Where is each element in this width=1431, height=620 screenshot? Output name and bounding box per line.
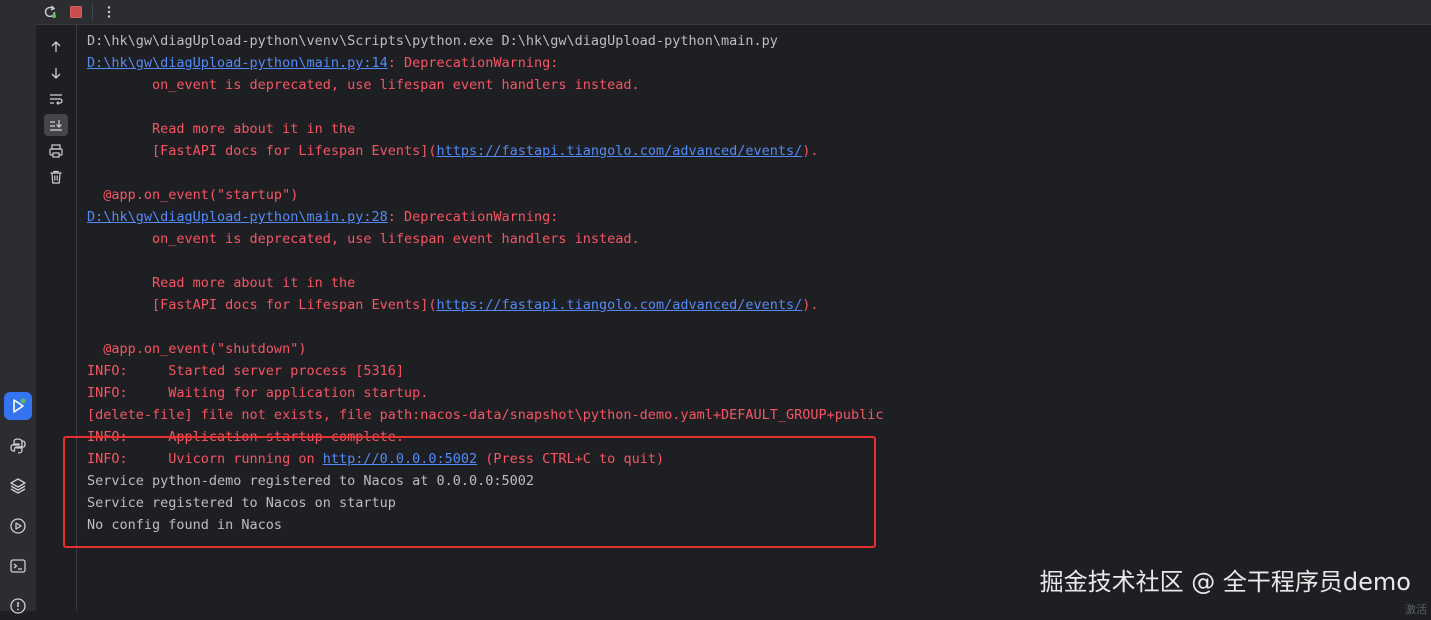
console-line: [FastAPI docs for Lifespan Events](https…: [87, 140, 1423, 162]
trash-icon: [50, 170, 62, 184]
services-icon: [10, 518, 26, 534]
console-text: [FastAPI docs for Lifespan Events](: [87, 297, 437, 313]
console-link[interactable]: https://fastapi.tiangolo.com/advanced/ev…: [437, 143, 803, 159]
console-text: [FastAPI docs for Lifespan Events](: [87, 143, 437, 159]
console-text: Read more about it in the: [87, 275, 356, 291]
stop-button[interactable]: [66, 2, 86, 22]
console-line: [FastAPI docs for Lifespan Events](https…: [87, 294, 1423, 316]
terminal-tool-button[interactable]: [4, 552, 32, 580]
layers-icon: [10, 478, 26, 494]
layers-tool-button[interactable]: [4, 472, 32, 500]
console-line: @app.on_event("shutdown"): [87, 338, 1423, 360]
print-button[interactable]: [44, 140, 68, 162]
console-text: INFO: Started server process [5316]: [87, 363, 404, 379]
console-text: ).: [802, 297, 819, 313]
services-tool-button[interactable]: [4, 512, 32, 540]
python-console-tool-button[interactable]: [4, 432, 32, 460]
clear-all-button[interactable]: [44, 166, 68, 188]
print-icon: [49, 144, 63, 158]
problems-icon: [10, 598, 26, 614]
console-text: [delete-file] file not exists, file path…: [87, 407, 884, 423]
tool-window-strip: [0, 0, 37, 614]
console-text: Read more about it in the: [87, 121, 356, 137]
console-text: INFO: Waiting for application startup.: [87, 385, 429, 401]
scroll-to-end-button[interactable]: [44, 114, 68, 136]
corner-text: 激活: [1405, 603, 1427, 616]
console-link[interactable]: D:\hk\gw\diagUpload-python\main.py:28: [87, 209, 388, 225]
arrow-up-icon: [51, 41, 61, 52]
console-text: ).: [802, 143, 819, 159]
console-line: D:\hk\gw\diagUpload-python\main.py:28: D…: [87, 206, 1423, 228]
console-line: INFO: Started server process [5316]: [87, 360, 1423, 382]
terminal-icon: [10, 559, 26, 573]
scroll-to-end-icon: [50, 120, 62, 131]
more-vertical-icon: [107, 6, 111, 18]
console-text: @app.on_event("startup"): [87, 187, 299, 203]
run-icon: [13, 398, 26, 413]
console-line: on_event is deprecated, use lifespan eve…: [87, 74, 1423, 96]
console-text: on_event is deprecated, use lifespan eve…: [87, 231, 640, 247]
next-occurrence-button[interactable]: [44, 62, 68, 84]
stop-icon: [70, 6, 82, 18]
console-line: D:\hk\gw\diagUpload-python\venv\Scripts\…: [87, 30, 1423, 52]
watermark: 掘金技术社区 @ 全干程序员demo: [1039, 568, 1411, 596]
console-link[interactable]: https://fastapi.tiangolo.com/advanced/ev…: [437, 297, 803, 313]
rerun-icon: [44, 5, 57, 19]
toolbar-divider: [92, 4, 93, 20]
console-text: @app.on_event("shutdown"): [87, 341, 307, 357]
run-tool-button[interactable]: [4, 392, 32, 420]
console-line: Read more about it in the: [87, 272, 1423, 294]
console-link[interactable]: D:\hk\gw\diagUpload-python\main.py:14: [87, 55, 388, 71]
highlight-annotation-box: [63, 436, 876, 548]
rerun-button[interactable]: [40, 2, 60, 22]
console-line: INFO: Waiting for application startup.: [87, 382, 1423, 404]
console-text: : DeprecationWarning:: [387, 209, 559, 225]
soft-wrap-button[interactable]: [44, 88, 68, 110]
run-toolbar: [36, 0, 1431, 25]
python-console-icon: [10, 438, 26, 454]
console-text: on_event is deprecated, use lifespan eve…: [87, 77, 640, 93]
console-text: : DeprecationWarning:: [387, 55, 559, 71]
soft-wrap-icon: [50, 94, 63, 105]
previous-occurrence-button[interactable]: [44, 36, 68, 58]
console-line: Read more about it in the: [87, 118, 1423, 140]
arrow-down-icon: [51, 68, 61, 79]
console-line: @app.on_event("startup"): [87, 184, 1423, 206]
console-text: D:\hk\gw\diagUpload-python\venv\Scripts\…: [87, 33, 778, 49]
console-line: D:\hk\gw\diagUpload-python\main.py:14: D…: [87, 52, 1423, 74]
more-options-button[interactable]: [99, 2, 119, 22]
console-line: [delete-file] file not exists, file path…: [87, 404, 1423, 426]
console-line: on_event is deprecated, use lifespan eve…: [87, 228, 1423, 250]
problems-tool-button[interactable]: [4, 592, 32, 620]
